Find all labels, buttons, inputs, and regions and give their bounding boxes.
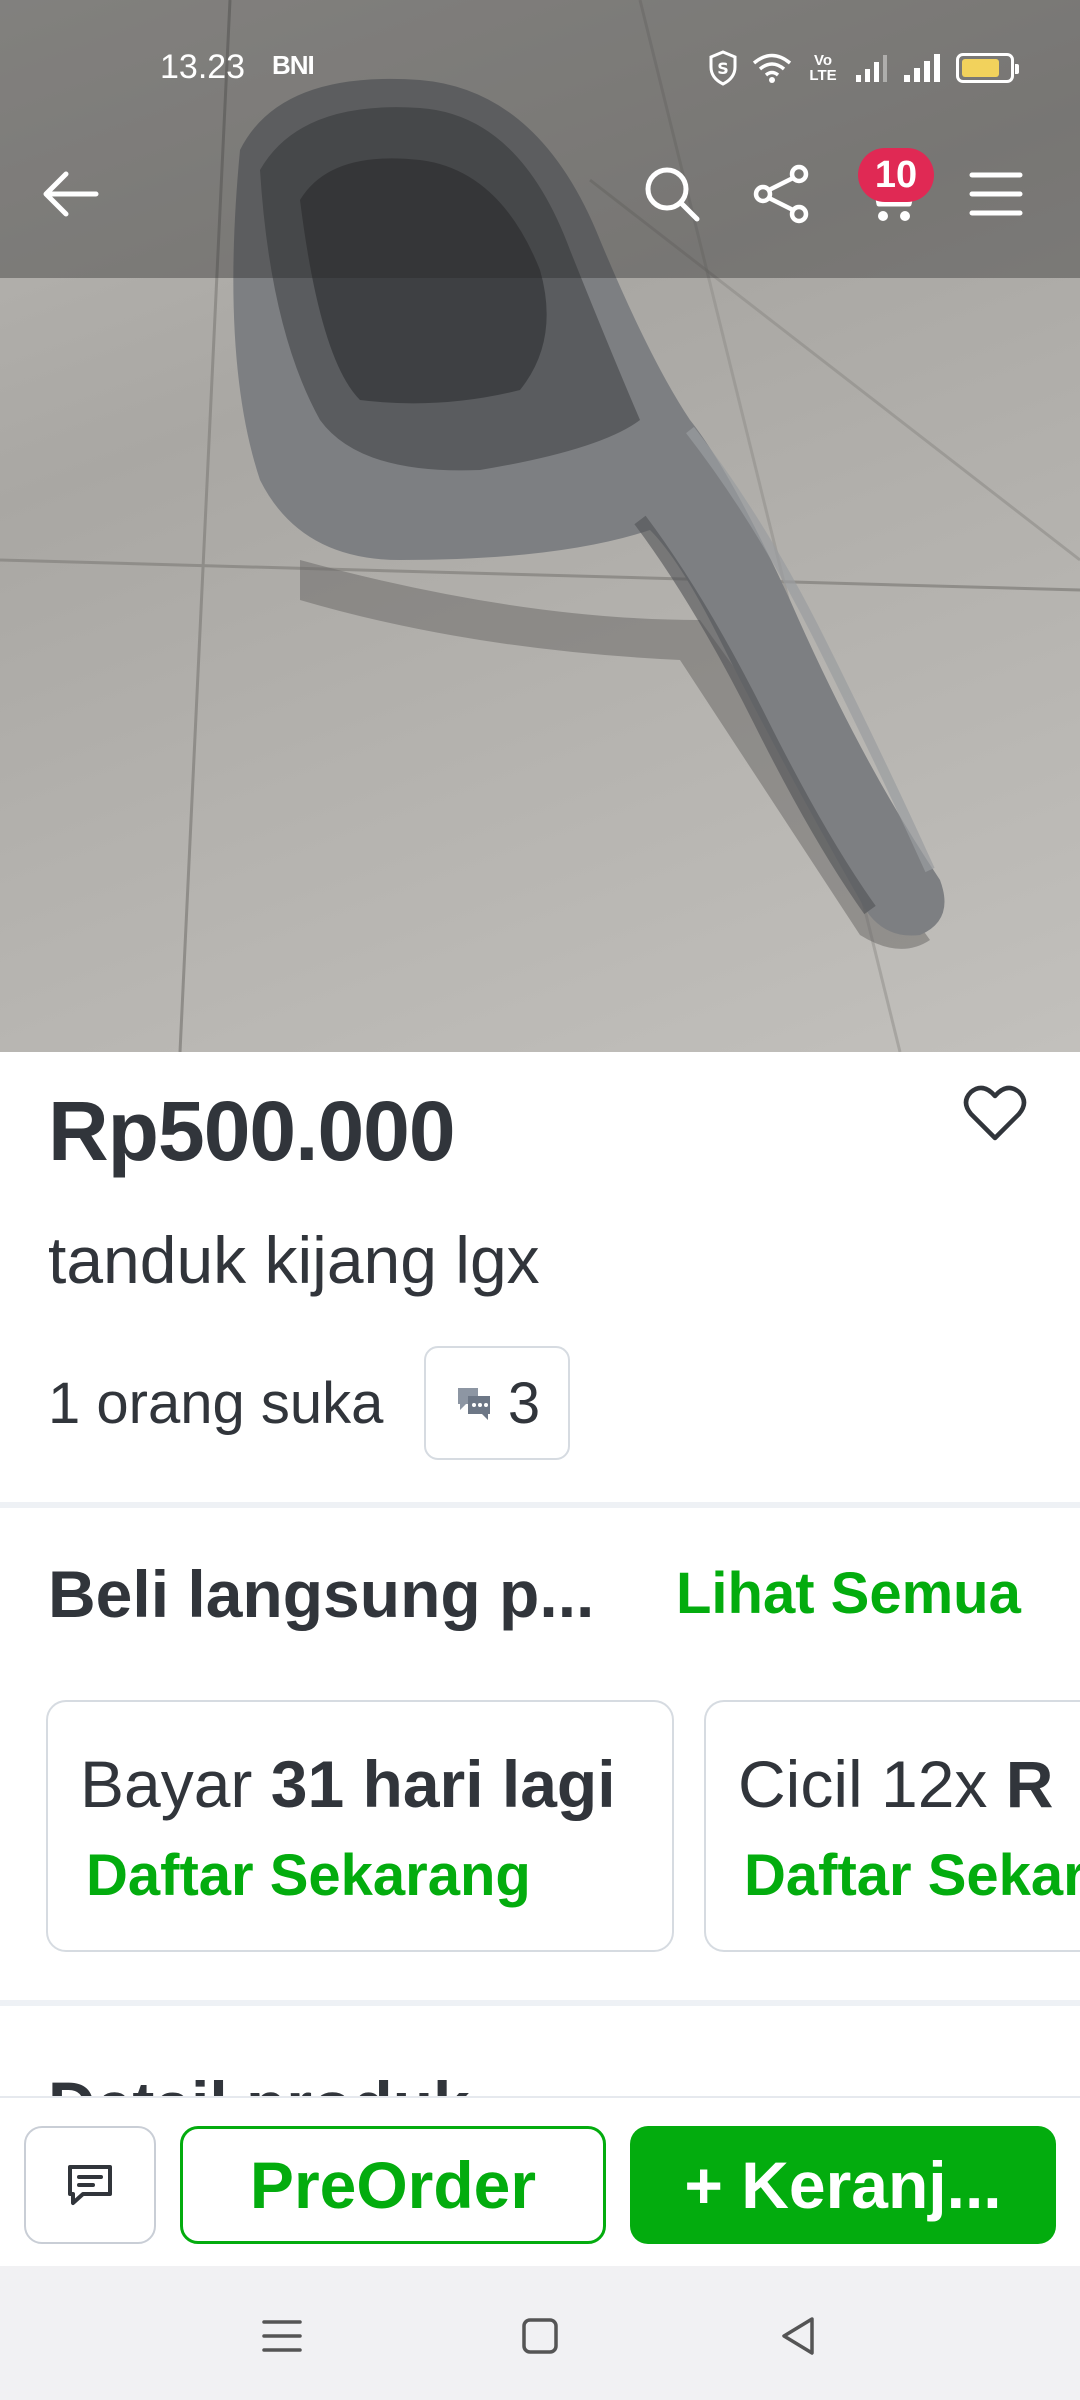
back-button[interactable]	[34, 158, 106, 230]
system-nav-bar	[0, 2266, 1080, 2400]
wifi-icon	[752, 53, 792, 83]
bottom-action-bar: PreOrder + Keranj...	[0, 2096, 1080, 2266]
add-to-cart-button[interactable]: + Keranj...	[630, 2126, 1056, 2244]
next-section-heading-peek: Detail produk	[48, 2070, 648, 2098]
paylater-prefix: Bayar	[80, 1747, 271, 1821]
chat-bubbles-icon	[457, 1388, 490, 1420]
installment-card-text: Cicil 12x R	[738, 1746, 1053, 1822]
installment-register-link[interactable]: Daftar Sekar	[744, 1842, 1080, 1909]
status-time: 13.23	[160, 48, 246, 86]
product-price: Rp500.000	[48, 1084, 456, 1178]
see-all-link[interactable]: Lihat Semua	[676, 1560, 1021, 1627]
nav-recents-button[interactable]	[242, 2296, 322, 2376]
chat-icon	[68, 2165, 112, 2205]
battery-icon	[956, 53, 1019, 83]
vpn-shield-icon: S	[709, 50, 737, 86]
home-square-icon	[522, 2318, 558, 2354]
back-arrow-icon	[43, 171, 99, 217]
discussion-count: 3	[507, 1370, 541, 1436]
paylater-register-link[interactable]: Daftar Sekarang	[86, 1842, 531, 1909]
search-icon	[645, 167, 700, 222]
nav-back-button[interactable]	[758, 2296, 838, 2376]
discussion-button[interactable]: 3	[424, 1346, 570, 1460]
share-button[interactable]	[746, 158, 818, 230]
carrier-label: BNI	[272, 50, 315, 80]
battery-level	[962, 59, 999, 77]
installment-prefix: Cicil 12x	[738, 1747, 1006, 1821]
likes-count: 1 orang suka	[48, 1371, 384, 1436]
installment-highlight: R	[1005, 1747, 1054, 1821]
status-bar: 13.23 BNI S Vo LTE	[0, 0, 1080, 120]
heart-icon	[963, 1085, 1027, 1141]
nav-home-button[interactable]	[500, 2296, 580, 2376]
preorder-button[interactable]: PreOrder	[180, 2126, 606, 2244]
menu-button[interactable]	[960, 158, 1032, 230]
signal-icon-sim1	[856, 55, 887, 82]
menu-icon	[969, 172, 1023, 216]
status-icons: S Vo LTE	[708, 48, 1019, 88]
cart-count-badge: 10	[858, 148, 934, 202]
product-title: tanduk kijang lgx	[48, 1223, 540, 1297]
svg-text:S: S	[717, 59, 729, 78]
section-divider	[0, 2000, 1080, 2006]
wishlist-button[interactable]	[960, 1078, 1030, 1148]
volte-indicator: Vo LTE	[809, 52, 837, 84]
next-section-heading: Detail produk	[48, 2072, 648, 2098]
chat-seller-button[interactable]	[24, 2126, 156, 2244]
payment-section-title: Beli langsung p...	[48, 1557, 595, 1631]
paylater-highlight: 31 hari lagi	[270, 1747, 616, 1821]
search-button[interactable]	[636, 158, 708, 230]
recents-icon	[262, 2320, 302, 2352]
back-triangle-icon	[782, 2317, 814, 2355]
paylater-card[interactable]: Bayar 31 hari lagi Daftar Sekarang	[46, 1700, 674, 1952]
section-divider	[0, 1502, 1080, 1508]
installment-card[interactable]: Cicil 12x R Daftar Sekar	[704, 1700, 1080, 1952]
share-icon	[753, 164, 809, 224]
signal-icon-sim2	[904, 54, 940, 82]
paylater-card-text: Bayar 31 hari lagi	[80, 1746, 616, 1822]
